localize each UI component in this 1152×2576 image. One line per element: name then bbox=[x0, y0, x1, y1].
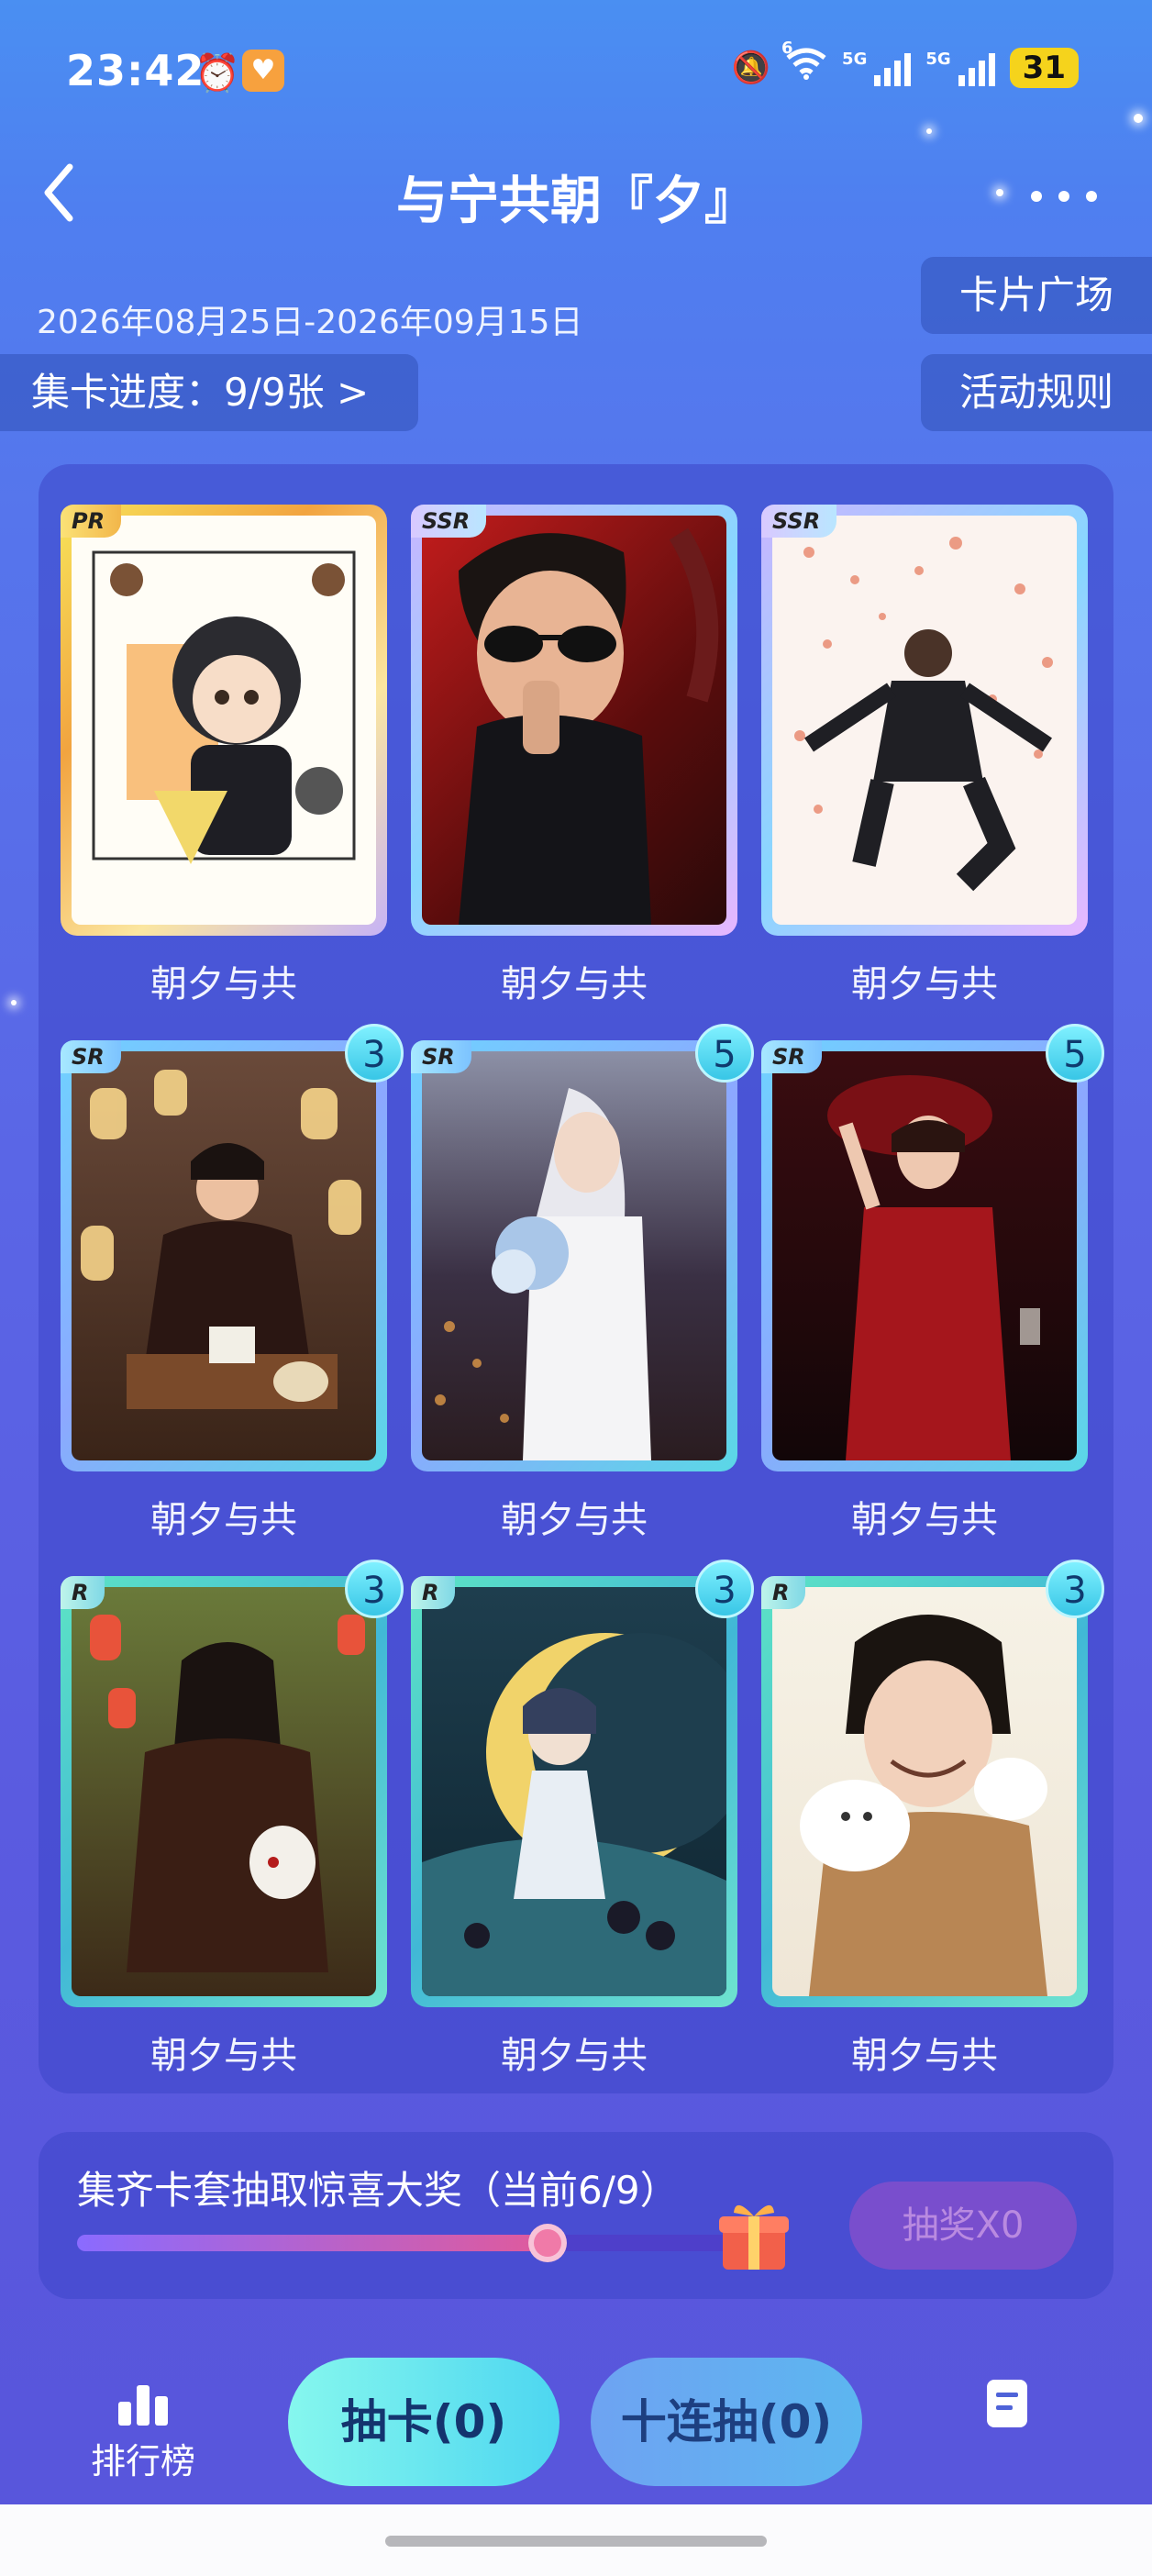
lottery-draw-button[interactable]: 抽奖X0 bbox=[849, 2182, 1077, 2270]
mute-icon: 🔕 bbox=[731, 49, 771, 86]
rarity-tag: R bbox=[761, 1576, 806, 1609]
card-frame: SSR bbox=[411, 505, 737, 936]
alarm-icon: ⏰ bbox=[194, 52, 240, 94]
card-count-badge: 3 bbox=[695, 1560, 754, 1618]
card-caption: 朝夕与共 bbox=[501, 963, 648, 1005]
rarity-tag: SSR bbox=[761, 505, 837, 538]
card-item[interactable]: SR 5 朝夕与共 bbox=[411, 1024, 754, 1543]
card-item[interactable]: R 3 朝夕与共 bbox=[411, 1560, 754, 2079]
rarity-tag: SR bbox=[761, 1040, 822, 1073]
card-count-badge: 5 bbox=[1046, 1024, 1104, 1083]
card-item[interactable]: R 3 朝夕与共 bbox=[61, 1560, 404, 2079]
lottery-progress-panel: 集齐卡套抽取惊喜大奖（当前6/9） 抽奖X0 bbox=[39, 2132, 1113, 2299]
collection-progress-button[interactable]: 集卡进度：9/9张 > bbox=[0, 354, 418, 431]
card-frame: SR 5 bbox=[761, 1024, 1104, 1471]
home-indicator-bar bbox=[385, 2536, 767, 2547]
card-illustration bbox=[422, 516, 726, 925]
rarity-tag: R bbox=[411, 1576, 456, 1609]
card-caption: 朝夕与共 bbox=[150, 1499, 297, 1541]
leaderboard-label: 排行榜 bbox=[90, 2441, 195, 2482]
more-dots-icon[interactable] bbox=[1027, 163, 1101, 223]
rarity-tag: SR bbox=[61, 1040, 121, 1073]
wifi-icon: 6 bbox=[781, 39, 827, 89]
rarity-tag: PR bbox=[61, 505, 122, 538]
card-illustration bbox=[772, 1587, 1077, 1996]
status-bar: 23:42 ⏰ ♥ 🔕 6 5G 5G 31 bbox=[0, 0, 1152, 138]
draw-ten-button[interactable]: 十连抽(0) bbox=[591, 2358, 862, 2486]
document-icon[interactable] bbox=[987, 2380, 1027, 2427]
signal-icon: 5G bbox=[925, 49, 995, 86]
sparkle-decoration bbox=[11, 1000, 17, 1005]
rules-button[interactable]: 活动规则 bbox=[921, 354, 1152, 431]
card-caption: 朝夕与共 bbox=[501, 1499, 648, 1541]
page-title: 与宁共朝『夕』 bbox=[396, 172, 756, 231]
card-item[interactable]: SR 3 朝夕与共 bbox=[61, 1024, 404, 1543]
card-caption: 朝夕与共 bbox=[851, 1499, 998, 1541]
card-item[interactable]: SSR 朝夕与共 bbox=[761, 505, 1088, 1007]
card-item[interactable]: SR 5 朝夕与共 bbox=[761, 1024, 1104, 1543]
gift-box-icon bbox=[715, 2196, 792, 2273]
event-date-range: 2026年08月25日-2026年09月15日 bbox=[37, 304, 583, 341]
card-illustration bbox=[72, 1587, 376, 1996]
battery-icon: 31 bbox=[1009, 47, 1079, 88]
card-illustration bbox=[772, 1051, 1077, 1460]
home-indicator bbox=[0, 2504, 1152, 2576]
card-caption: 朝夕与共 bbox=[150, 963, 297, 1005]
card-square-button[interactable]: 卡片广场 bbox=[921, 257, 1152, 334]
card-item[interactable]: PR 朝夕与共 bbox=[61, 505, 387, 1007]
network-type: 5G bbox=[842, 49, 868, 69]
card-count-badge: 3 bbox=[345, 1024, 404, 1083]
card-item[interactable]: SSR 朝夕与共 bbox=[411, 505, 737, 1007]
leaderboard-icon bbox=[88, 2382, 198, 2426]
wifi-label: 6 bbox=[781, 39, 793, 58]
card-frame: SR 5 bbox=[411, 1024, 754, 1471]
network-type: 5G bbox=[925, 49, 951, 69]
card-caption: 朝夕与共 bbox=[851, 2035, 998, 2077]
lottery-progress-bar bbox=[77, 2224, 783, 2262]
rarity-tag: SSR bbox=[411, 505, 487, 538]
card-frame: R 3 bbox=[61, 1560, 404, 2007]
rarity-tag: R bbox=[61, 1576, 105, 1609]
card-illustration bbox=[72, 516, 376, 925]
status-time: 23:42 bbox=[66, 46, 205, 95]
card-caption: 朝夕与共 bbox=[851, 963, 998, 1005]
card-illustration bbox=[422, 1587, 726, 1996]
card-illustration bbox=[72, 1051, 376, 1460]
card-frame: R 3 bbox=[411, 1560, 754, 2007]
draw-one-button[interactable]: 抽卡(0) bbox=[288, 2358, 559, 2486]
card-frame: R 3 bbox=[761, 1560, 1104, 2007]
card-frame: SR 3 bbox=[61, 1024, 404, 1471]
status-icons: 🔕 6 5G 5G 31 bbox=[731, 39, 1079, 89]
card-caption: 朝夕与共 bbox=[150, 2035, 297, 2077]
card-caption: 朝夕与共 bbox=[501, 2035, 648, 2077]
card-count-badge: 3 bbox=[1046, 1560, 1104, 1618]
signal-icon: 5G bbox=[842, 49, 912, 86]
lottery-progress-fill bbox=[77, 2235, 548, 2251]
leaderboard-button[interactable]: 排行榜 bbox=[88, 2382, 198, 2483]
card-frame: SSR bbox=[761, 505, 1088, 936]
lottery-progress-knob bbox=[528, 2224, 568, 2262]
card-count-badge: 3 bbox=[345, 1560, 404, 1618]
rarity-tag: SR bbox=[411, 1040, 471, 1073]
card-illustration bbox=[772, 516, 1077, 925]
card-item[interactable]: R 3 朝夕与共 bbox=[761, 1560, 1104, 2079]
bottom-action-bar: 排行榜 抽卡(0) 十连抽(0) bbox=[0, 2339, 1152, 2504]
card-count-badge: 5 bbox=[695, 1024, 754, 1083]
card-collection-panel: PR 朝夕与共 SSR 朝夕与共 SSR 朝夕与共 SR 3 朝夕与共 SR 5… bbox=[39, 464, 1113, 2093]
lottery-text: 集齐卡套抽取惊喜大奖（当前6/9） bbox=[77, 2168, 679, 2213]
card-illustration bbox=[422, 1051, 726, 1460]
heart-app-icon: ♥ bbox=[242, 50, 284, 92]
card-frame: PR bbox=[61, 505, 387, 936]
